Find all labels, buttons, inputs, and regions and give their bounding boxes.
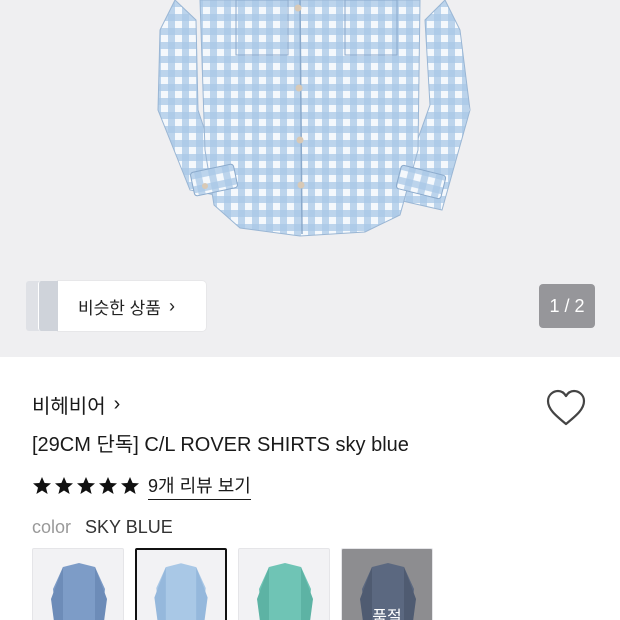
similar-thumbnails (26, 281, 58, 331)
color-label: color (32, 517, 72, 537)
swatch-sky-blue[interactable] (135, 548, 227, 620)
star-icon (121, 477, 139, 494)
swatch-shirt-image (257, 563, 313, 620)
review-link[interactable]: 9개 리뷰 보기 (148, 472, 251, 500)
swatch-shirt-image (51, 563, 107, 620)
product-title: [29CM 단독] C/L ROVER SHIRTS sky blue (32, 434, 409, 456)
color-swatches: 품절 (32, 548, 433, 620)
chevron-right-icon: › (113, 393, 121, 415)
image-pager: 1 / 2 (539, 284, 595, 328)
swatch-shirt-image (154, 563, 208, 620)
rating-row: 9개 리뷰 보기 (32, 472, 251, 500)
similar-products-button[interactable]: 비슷한 상품 › (26, 281, 206, 331)
similar-products-label: 비슷한 상품 (78, 298, 161, 318)
swatch-navy-soldout[interactable]: 품절 (341, 548, 433, 620)
color-value: SKY BLUE (85, 517, 173, 537)
similar-products-chip[interactable]: 비슷한 상품 › (58, 281, 206, 331)
chevron-right-icon: › (168, 295, 175, 316)
soldout-label: 품절 (372, 609, 402, 620)
star-icon (33, 477, 51, 494)
rating-stars (32, 476, 140, 496)
swatch-mint[interactable] (238, 548, 330, 620)
star-icon (77, 477, 95, 494)
swatch-blue-denim[interactable] (32, 548, 124, 620)
color-row: color SKY BLUE (32, 517, 173, 538)
product-hero-image[interactable]: 비슷한 상품 › 1 / 2 (0, 0, 620, 357)
brand-link[interactable]: 비헤비어 › (32, 390, 120, 419)
heart-icon[interactable] (545, 388, 587, 428)
brand-name: 비헤비어 (32, 396, 106, 418)
star-icon (55, 477, 73, 494)
star-icon (99, 477, 117, 494)
